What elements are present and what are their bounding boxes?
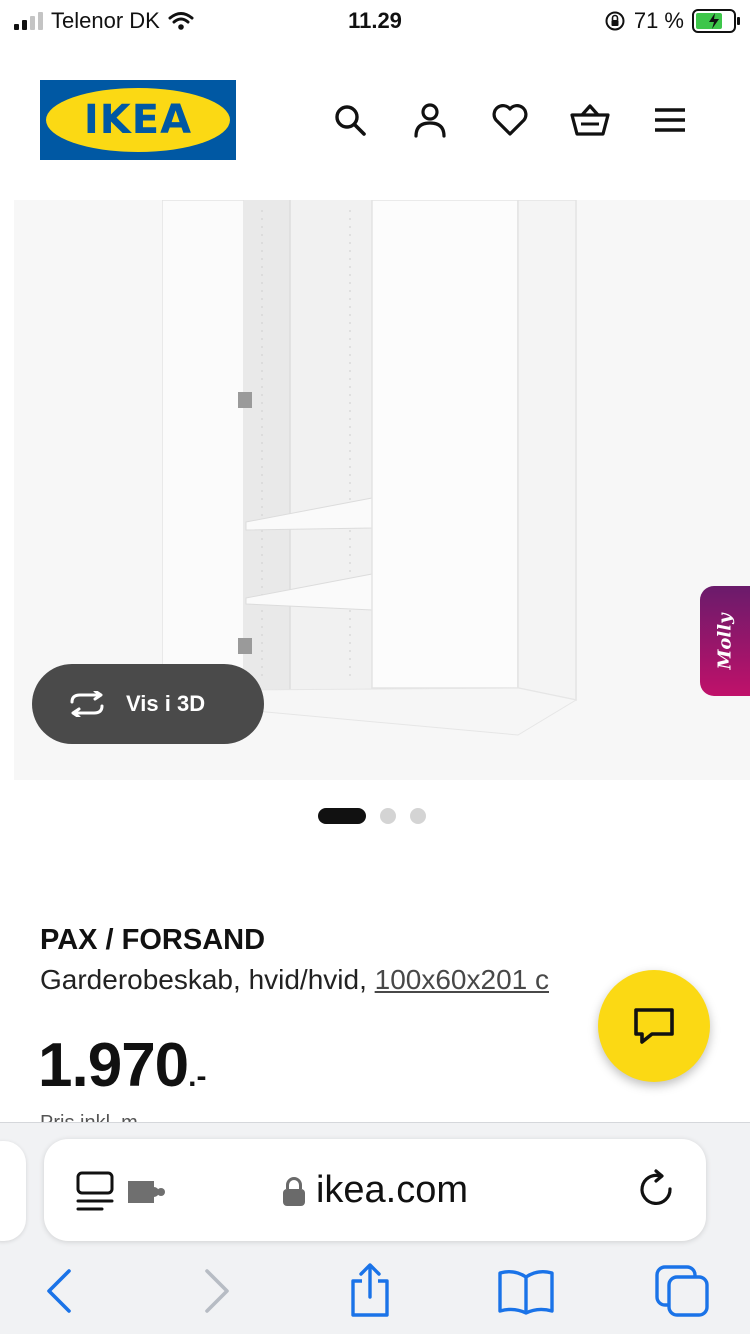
back-icon[interactable] — [28, 1261, 88, 1321]
heart-icon[interactable] — [490, 100, 530, 140]
tabs-icon[interactable] — [652, 1261, 712, 1321]
pagination-dot-active[interactable] — [318, 808, 366, 824]
menu-icon[interactable] — [650, 100, 690, 140]
ikea-logo[interactable]: IKEA — [40, 80, 236, 160]
pagination-dot[interactable] — [410, 808, 426, 824]
chat-button[interactable] — [598, 970, 710, 1082]
product-size-link[interactable]: 100x60x201 c — [375, 964, 549, 995]
address-bar[interactable]: ikea.com — [44, 1139, 706, 1241]
product-type-text: Garderobeskab, hvid/hvid, — [40, 964, 375, 995]
price-suffix: .- — [188, 1060, 207, 1093]
forward-icon[interactable] — [188, 1261, 248, 1321]
search-icon[interactable] — [330, 100, 370, 140]
rotate-3d-icon — [70, 691, 104, 717]
price-value: 1.970 — [38, 1031, 189, 1100]
reload-icon[interactable] — [636, 1169, 678, 1211]
status-right: 71 % — [604, 8, 740, 34]
basket-icon[interactable] — [568, 100, 612, 140]
orientation-lock-icon — [605, 11, 625, 31]
chat-icon — [634, 1008, 674, 1044]
bookmarks-icon[interactable] — [496, 1261, 556, 1321]
gallery-pagination — [318, 808, 426, 824]
previous-tab-peek[interactable] — [0, 1141, 26, 1241]
lock-icon — [282, 1176, 305, 1206]
product-price: 1.970.- — [38, 1030, 206, 1101]
pagination-dot[interactable] — [380, 808, 396, 824]
product-name: PAX / FORSAND — [40, 924, 266, 956]
user-icon[interactable] — [410, 100, 450, 140]
browser-bottom-bar: ikea.com — [0, 1122, 750, 1334]
url-text: ikea.com — [315, 1169, 469, 1211]
wardrobe-image — [162, 200, 578, 736]
status-bar: Telenor DK 11.29 71 % — [0, 0, 750, 44]
view-in-3d-label: Vis i 3D — [126, 691, 206, 716]
view-in-3d-button[interactable]: Vis i 3D — [32, 664, 264, 744]
molly-assistant-tab[interactable]: Molly — [700, 586, 750, 696]
product-description: Garderobeskab, hvid/hvid, 100x60x201 c — [40, 964, 640, 996]
share-icon[interactable] — [340, 1261, 400, 1321]
battery-percent: 71 % — [633, 8, 684, 33]
molly-label: Molly — [714, 612, 736, 670]
site-header: IKEA — [0, 44, 750, 194]
url-display: ikea.com — [44, 1169, 706, 1212]
battery-charging-icon — [692, 9, 740, 33]
